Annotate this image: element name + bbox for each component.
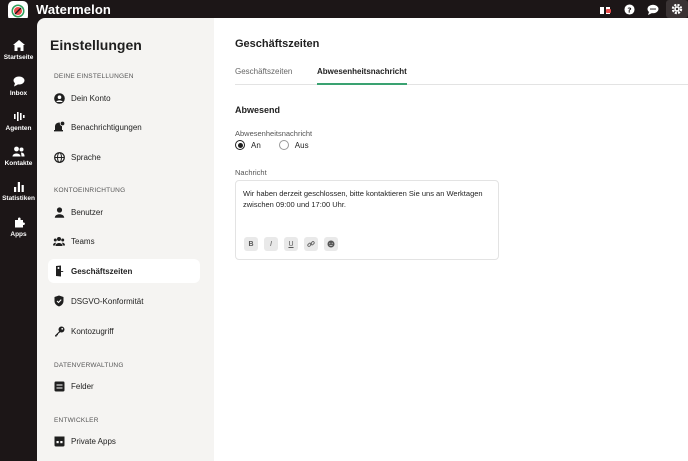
brand-name: Watermelon <box>36 2 111 17</box>
settings-item-label: DSGVO-Konformität <box>71 296 144 306</box>
section-label-personal: DEINE EINSTELLUNGEN <box>54 73 134 80</box>
radio-on-label[interactable]: An <box>251 141 261 150</box>
tab-business-hours[interactable]: Geschäftszeiten <box>235 67 292 85</box>
globe-icon <box>53 151 65 163</box>
user-circle-icon <box>53 92 65 104</box>
settings-item-label: Felder <box>71 381 94 391</box>
message-text[interactable]: Wir haben derzeit geschlossen, bitte kon… <box>243 189 495 210</box>
private-apps-icon <box>53 435 65 447</box>
chat-icon[interactable] <box>642 0 664 18</box>
rail-item-apps[interactable]: Apps <box>0 217 37 238</box>
section-label-data-management: DATENVERWALTUNG <box>54 362 124 369</box>
key-icon <box>53 325 65 337</box>
radio-off-label[interactable]: Aus <box>295 141 309 150</box>
bold-button[interactable]: B <box>244 237 258 251</box>
agents-icon <box>13 112 25 121</box>
settings-item-label: Teams <box>71 236 95 246</box>
team-icon <box>53 235 65 247</box>
page-title: Geschäftszeiten <box>235 38 320 50</box>
top-bar: Watermelon ? <box>0 0 688 21</box>
settings-item-gdpr[interactable]: DSGVO-Konformität <box>48 289 200 313</box>
settings-panel: Einstellungen DEINE EINSTELLUNGEN Dein K… <box>37 18 214 461</box>
settings-item-teams[interactable]: Teams <box>48 229 200 253</box>
gift-icon[interactable] <box>594 0 616 18</box>
rail-item-statistics[interactable]: Statistiken <box>0 181 37 202</box>
settings-title: Einstellungen <box>50 37 142 53</box>
settings-item-label: Kontozugriff <box>71 326 114 336</box>
link-icon <box>307 241 315 247</box>
rail-label: Apps <box>10 231 27 238</box>
settings-item-label: Benachrichtigungen <box>71 122 142 132</box>
svg-text:?: ? <box>627 5 631 14</box>
settings-item-account-access[interactable]: Kontozugriff <box>48 319 200 343</box>
settings-item-label: Dein Konto <box>71 93 111 103</box>
tab-away-message[interactable]: Abwesenheitsnachricht <box>317 67 407 85</box>
bell-icon <box>53 121 65 133</box>
user-icon <box>53 206 65 218</box>
underline-button[interactable]: U <box>284 237 298 251</box>
tab-bar: Geschäftszeiten Abwesenheitsnachricht <box>235 65 688 85</box>
rail-label: Kontakte <box>4 160 33 167</box>
settings-item-private-apps[interactable]: Private Apps <box>48 429 200 453</box>
emoji-icon <box>327 240 335 248</box>
home-icon <box>12 40 25 51</box>
shield-icon <box>53 295 65 307</box>
link-button[interactable] <box>304 237 318 251</box>
contacts-icon <box>12 146 25 157</box>
rail-label: Startseite <box>3 54 34 61</box>
settings-item-fields[interactable]: Felder <box>48 374 200 398</box>
settings-item-label: Geschäftszeiten <box>71 266 133 276</box>
rail-item-agents[interactable]: Agenten <box>0 111 37 132</box>
italic-button[interactable]: I <box>264 237 278 251</box>
radio-on[interactable] <box>235 140 245 150</box>
settings-item-label: Sprache <box>71 152 101 162</box>
settings-item-label: Private Apps <box>71 436 116 446</box>
editor-toolbar: B I U <box>244 237 344 251</box>
rail-label: Statistiken <box>2 195 35 202</box>
away-message-label: Abwesenheitsnachricht <box>235 129 313 138</box>
rail-item-home[interactable]: Startseite <box>0 40 37 61</box>
fields-icon <box>53 380 65 392</box>
settings-item-business-hours[interactable]: Geschäftszeiten <box>48 259 200 283</box>
radio-off[interactable] <box>278 140 289 150</box>
message-editor[interactable]: Wir haben derzeit geschlossen, bitte kon… <box>235 180 499 260</box>
inbox-icon <box>13 76 24 87</box>
gear-icon[interactable] <box>666 0 688 18</box>
rail-item-contacts[interactable]: Kontakte <box>0 146 37 167</box>
settings-item-notifications[interactable]: Benachrichtigungen <box>48 115 200 139</box>
main-content: Geschäftszeiten Geschäftszeiten Abwesenh… <box>214 18 688 461</box>
section-label-developer: ENTWICKLER <box>54 417 99 424</box>
statistics-icon <box>13 182 24 192</box>
away-radio-group: An Aus <box>235 140 327 150</box>
section-heading-away: Abwesend <box>235 105 281 115</box>
rail-label: Inbox <box>9 90 28 97</box>
rail-item-inbox[interactable]: Inbox <box>0 76 37 97</box>
main-navigation-rail: Startseite Inbox Agenten Kontakte Statis… <box>0 18 37 461</box>
message-label: Nachricht <box>235 168 267 177</box>
help-icon[interactable]: ? <box>618 0 640 18</box>
apps-icon <box>14 217 25 228</box>
emoji-button[interactable] <box>324 237 338 251</box>
settings-item-account[interactable]: Dein Konto <box>48 86 200 110</box>
door-sign-icon <box>53 265 65 277</box>
section-label-account-setup: KONTOEINRICHTUNG <box>54 187 126 194</box>
settings-item-label: Benutzer <box>71 207 104 217</box>
settings-item-users[interactable]: Benutzer <box>48 200 200 224</box>
rail-label: Agenten <box>5 125 32 132</box>
settings-item-language[interactable]: Sprache <box>48 145 200 169</box>
